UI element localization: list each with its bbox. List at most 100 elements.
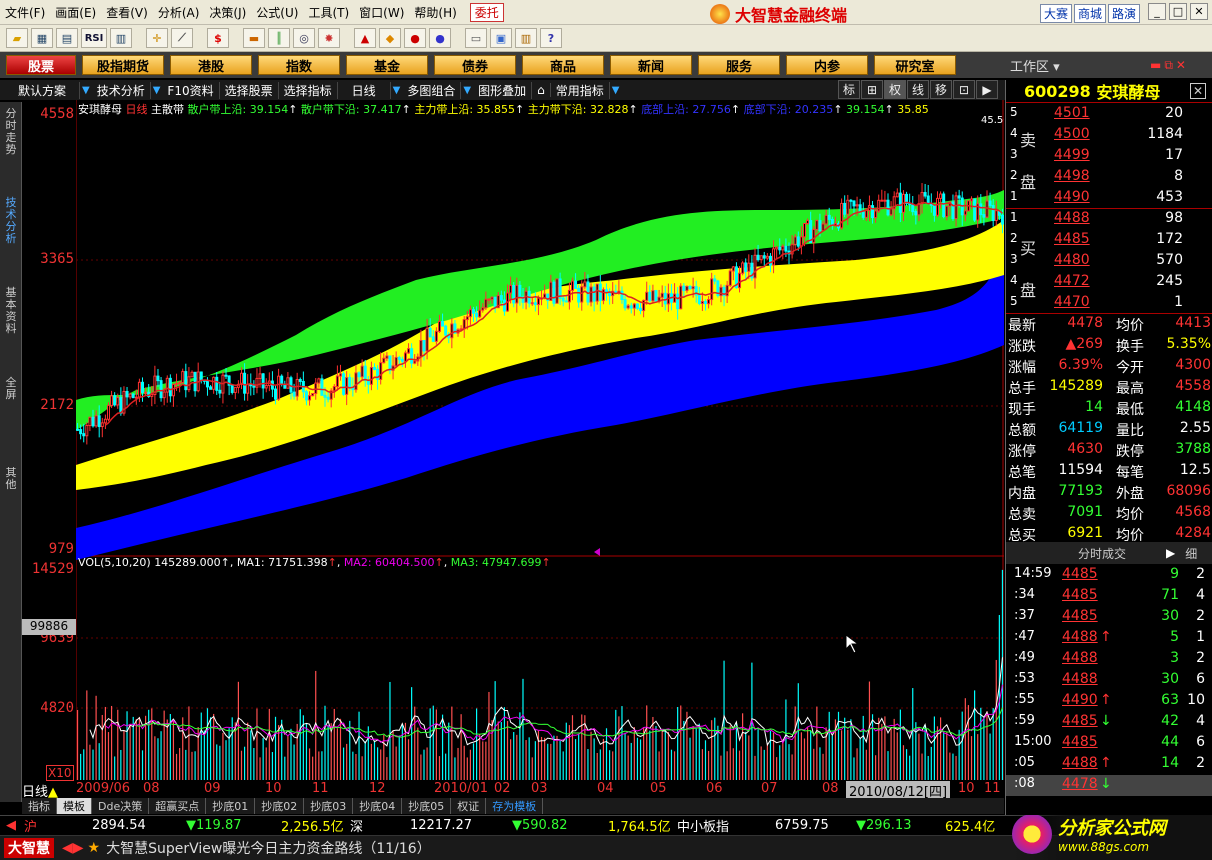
sz-label[interactable]: 深 [350,816,363,835]
menu-tools[interactable]: 工具(T) [303,4,354,21]
menu-analysis[interactable]: 分析(A) [153,4,205,21]
indicator-icon[interactable]: ▬ [243,28,265,48]
buy-order-row[interactable]: 2 4485 172 [1006,230,1212,251]
chart-icon[interactable]: ▦ [31,28,53,48]
alert-icon[interactable]: ✸ [318,28,340,48]
tab-intraday[interactable]: 分时走势 [3,108,19,156]
dollar-icon[interactable]: $ [207,28,229,48]
tab-bottom-04[interactable]: 抄底04 [353,798,403,814]
tech-analysis-button[interactable]: 技术分析 [92,81,151,99]
multi-chart-button[interactable]: 多图组合 [402,81,462,99]
select-stock-button[interactable]: 选择股票 [220,81,279,99]
nav-close-icon[interactable]: ✕ [1176,58,1186,73]
buy-order-row[interactable]: 3 4480 570 [1006,251,1212,272]
tab-other[interactable]: 其他 [3,467,19,491]
lock-icon[interactable]: ⌂ [532,83,551,97]
book-icon[interactable]: ▥ [515,28,537,48]
nav-tab-index[interactable]: 指数 [258,55,340,75]
window-icon[interactable]: ▣ [490,28,512,48]
menu-decision[interactable]: 决策(J) [204,4,251,21]
overlay-button[interactable]: 图形叠加 [473,81,533,99]
move-button[interactable]: 移 [930,80,952,99]
tab-bottom-03[interactable]: 抄底03 [304,798,354,814]
tab-tech-analysis[interactable]: 技术分析 [3,197,19,245]
grid-button[interactable]: ⊞ [861,80,883,99]
nav-tab-insider[interactable]: 内参 [786,55,868,75]
tab-bottom-05[interactable]: 抄底05 [402,798,452,814]
nav-tab-funds[interactable]: 基金 [346,55,428,75]
buy-order-row[interactable]: 1 4488 98 [1006,209,1212,230]
sell-order-row[interactable]: 2 4498 8 [1006,167,1212,188]
menu-weituo-button[interactable]: 委托 [469,2,504,22]
buy-order-row[interactable]: 5 4470 1 [1006,293,1212,314]
rsi-button[interactable]: RSI [81,28,107,48]
menu-view-screen[interactable]: 画面(E) [50,4,101,21]
rights-button[interactable]: 权 [884,80,906,99]
tab-template[interactable]: 模板 [57,798,92,814]
nav-tab-bonds[interactable]: 债券 [434,55,516,75]
scheme-select[interactable]: 默认方案 [0,81,80,99]
nav-tab-hk-stocks[interactable]: 港股 [170,55,252,75]
globe-icon[interactable]: ● [429,28,451,48]
crosshair-icon[interactable]: ✛ [146,28,168,48]
menu-formula[interactable]: 公式(U) [251,4,303,21]
menu-file[interactable]: 文件(F) [0,4,50,21]
workzone-menu[interactable]: 工作区 ▾ [1010,56,1060,75]
up-icon[interactable]: ▲ [354,28,376,48]
sh-label[interactable]: 沪 [24,816,37,835]
minimize-button[interactable]: _ [1148,3,1166,20]
link-contest[interactable]: 大赛 [1039,4,1072,23]
ticks-title[interactable]: 分时成交 [1078,545,1126,562]
bars-icon[interactable]: ║ [268,28,290,48]
tab-fullscreen[interactable]: 全屏 [3,377,19,401]
tab-bottom-01[interactable]: 抄底01 [206,798,256,814]
mark-button[interactable]: 标 [838,80,860,99]
tab-indicator[interactable]: 指标 [22,798,57,814]
f10-icon[interactable]: ● [404,28,426,48]
nav-tab-news[interactable]: 新闻 [610,55,692,75]
news-nav-icon[interactable]: ◀▶ [62,840,84,856]
nav-restore-icon[interactable]: ⧉ [1164,58,1173,73]
nav-tab-research[interactable]: 研究室 [874,55,956,75]
expand-button[interactable]: ⊡ [953,80,975,99]
save-template-button[interactable]: 存为模板 [486,798,544,814]
line-button[interactable]: 线 [907,80,929,99]
dropdown-icon[interactable]: ▼ [80,85,92,96]
nav-tab-commodities[interactable]: 商品 [522,55,604,75]
ticks-detail-button[interactable]: 细 [1185,545,1197,562]
dropdown-icon[interactable]: ▼ [151,85,163,96]
menu-view[interactable]: 查看(V) [101,4,153,21]
play-button[interactable]: ▶ [976,80,998,99]
sell-order-row[interactable]: 3 4499 17 [1006,146,1212,167]
period-select[interactable]: 日线 [338,81,391,99]
nav-tab-stocks[interactable]: 股票 [6,55,76,75]
nav-minimize-icon[interactable]: ▬ [1150,58,1161,73]
link-mall[interactable]: 商城 [1073,4,1106,23]
maximize-button[interactable]: □ [1169,3,1187,20]
kline-chart[interactable]: 45.50 [76,100,1004,780]
open-folder-icon[interactable]: ▰ [6,28,28,48]
table-icon[interactable]: ▥ [110,28,132,48]
tab-buy-point[interactable]: 超赢买点 [149,798,207,814]
ticks-play-icon[interactable]: ▶ [1166,546,1175,560]
nav-tab-index-futures[interactable]: 股指期货 [82,55,164,75]
help-icon[interactable]: ? [540,28,562,48]
news-headline[interactable]: 大智慧SuperView曝光今日主力资金路线（11/16） [106,838,431,858]
sell-order-row[interactable]: 5 4501 20 [1006,104,1212,125]
select-indicator-button[interactable]: 选择指标 [279,81,338,99]
sell-order-row[interactable]: 4 4500 1184 [1006,125,1212,146]
tab-dde[interactable]: Dde决策 [92,798,150,814]
dropdown-icon[interactable]: ▼ [610,85,622,96]
ruler-icon[interactable]: ⟋ [171,28,193,48]
tab-bottom-02[interactable]: 抄底02 [255,798,305,814]
nav-tab-services[interactable]: 服务 [698,55,780,75]
close-button[interactable]: ✕ [1190,3,1208,20]
link-roadshow[interactable]: 路演 [1107,4,1140,23]
menu-help[interactable]: 帮助(H) [409,4,461,21]
diamond-icon[interactable]: ◆ [379,28,401,48]
buy-order-row[interactable]: 4 4472 245 [1006,272,1212,293]
binoculars-icon[interactable]: ◎ [293,28,315,48]
sell-order-row[interactable]: 1 4490 453 [1006,188,1212,209]
dropdown-icon[interactable]: ▼ [391,85,403,96]
zx-label[interactable]: 中小板指 [677,816,729,835]
